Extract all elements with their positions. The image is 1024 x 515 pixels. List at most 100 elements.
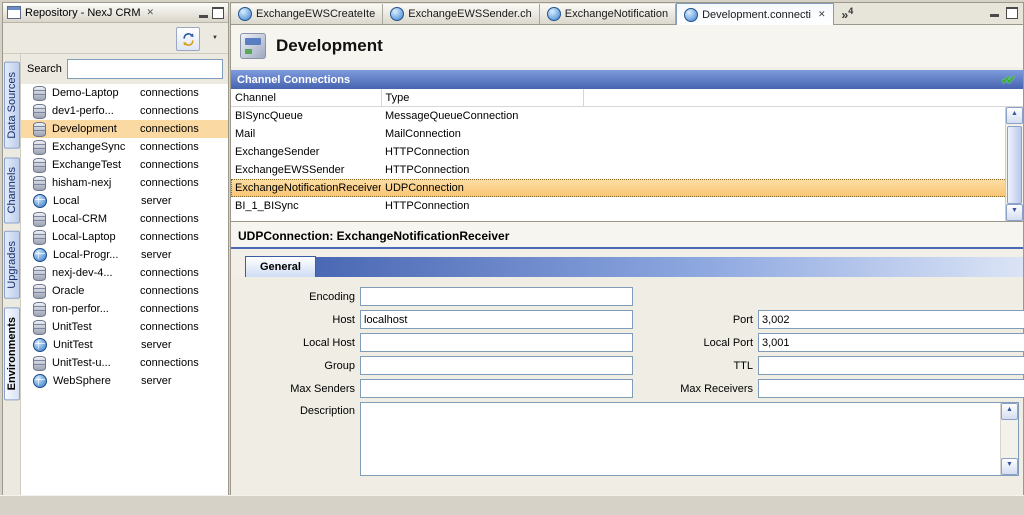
- scroll-down-icon[interactable]: ▼: [1001, 458, 1018, 475]
- general-form: EncodingHostPortLocal HostLocal PortGrou…: [231, 277, 1023, 495]
- type-cell: MessageQueueConnection: [381, 107, 583, 126]
- channel-row-exchangenotificationreceiver[interactable]: ExchangeNotificationReceiverUDPConnectio…: [231, 179, 1023, 197]
- vertical-tab-upgrades[interactable]: Upgrades: [4, 231, 20, 299]
- port-input[interactable]: [758, 310, 1024, 329]
- ttl-input[interactable]: [758, 356, 1024, 375]
- sync-button[interactable]: [176, 27, 200, 51]
- editor-tab-exchangenotification[interactable]: ExchangeNotification: [540, 4, 676, 24]
- repo-item-exchangesync[interactable]: ExchangeSyncconnections: [21, 138, 228, 156]
- search-label: Search: [27, 63, 62, 75]
- blank-cell: [583, 197, 1023, 215]
- group-input[interactable]: [360, 356, 633, 375]
- vertical-tab-channels[interactable]: Channels: [4, 157, 20, 223]
- repository-list: Demo-Laptopconnectionsdev1-perfo...conne…: [21, 84, 228, 495]
- repository-view-title: Repository - NexJ CRM: [25, 7, 141, 19]
- table-scrollbar[interactable]: ▲ ▼: [1005, 107, 1023, 221]
- editor-tab-exchangeewssender-ch[interactable]: ExchangeEWSSender.ch: [383, 4, 540, 24]
- search-input[interactable]: [67, 59, 223, 79]
- vertical-tab-data-sources[interactable]: Data Sources: [4, 62, 20, 149]
- repo-item-websphere[interactable]: WebSphereserver: [21, 372, 228, 390]
- vertical-tab-environments[interactable]: Environments: [4, 307, 20, 400]
- tab-label: ExchangeNotification: [565, 8, 668, 20]
- nexj-studio-window: Repository - NexJ CRM ✕ ▼ Data Sources Ch…: [0, 0, 1024, 515]
- channel-row-exchangeewssender[interactable]: ExchangeEWSSenderHTTPConnection: [231, 161, 1023, 179]
- close-icon[interactable]: ✕: [147, 7, 155, 18]
- scrollbar-thumb[interactable]: [1007, 126, 1022, 204]
- description-scrollbar[interactable]: ▲ ▼: [1000, 403, 1018, 475]
- column-header-channel[interactable]: Channel: [231, 89, 381, 107]
- editor-area: ExchangeEWSCreateIte ExchangeEWSSender.ch…: [230, 2, 1024, 496]
- channel-row-mail[interactable]: MailMailConnection: [231, 125, 1023, 143]
- maximize-icon[interactable]: [1006, 7, 1018, 19]
- minimize-icon[interactable]: [199, 15, 208, 18]
- max-receivers-input[interactable]: [758, 379, 1024, 398]
- minimize-icon[interactable]: [990, 14, 999, 17]
- globe-icon: [33, 374, 47, 388]
- repo-item-local-laptop[interactable]: Local-Laptopconnections: [21, 228, 228, 246]
- encoding-input[interactable]: [360, 287, 633, 306]
- repo-item-hisham-nexj[interactable]: hisham-nexjconnections: [21, 174, 228, 192]
- close-icon[interactable]: ✕: [818, 9, 826, 20]
- database-icon: [33, 86, 46, 101]
- host-input[interactable]: [360, 310, 633, 329]
- repo-item-local-progr[interactable]: Local-Progr...server: [21, 246, 228, 264]
- repo-item-local[interactable]: Localserver: [21, 192, 228, 210]
- channel-file-icon: [390, 7, 404, 21]
- scrollbar-track[interactable]: [1006, 124, 1023, 204]
- repository-view-toolbar: ▼: [3, 23, 228, 54]
- type-cell: MailConnection: [381, 125, 583, 143]
- column-header-type[interactable]: Type: [381, 89, 583, 107]
- item-name: Demo-Laptop: [52, 87, 140, 99]
- encoding-label: Encoding: [237, 291, 360, 303]
- description-row: Description ▲ ▼: [237, 402, 1023, 476]
- more-tabs-chevron[interactable]: »4: [842, 6, 854, 22]
- repo-item-unittest-u[interactable]: UnitTest-u...connections: [21, 354, 228, 372]
- connections-table: ChannelType BISyncQueueMessageQueueConne…: [231, 89, 1023, 215]
- repo-item-exchangetest[interactable]: ExchangeTestconnections: [21, 156, 228, 174]
- blank-cell: [583, 161, 1023, 179]
- item-type: connections: [140, 285, 199, 297]
- channel-row-bi-1-bisync[interactable]: BI_1_BISyncHTTPConnection: [231, 197, 1023, 215]
- database-icon: [33, 122, 46, 137]
- repo-item-oracle[interactable]: Oracleconnections: [21, 282, 228, 300]
- max-senders-input[interactable]: [360, 379, 633, 398]
- local-port-input[interactable]: [758, 333, 1024, 352]
- scroll-up-icon[interactable]: ▲: [1006, 107, 1023, 124]
- item-type: server: [141, 195, 172, 207]
- repository-view: Repository - NexJ CRM ✕ ▼ Data Sources Ch…: [2, 2, 229, 496]
- tab-general[interactable]: General: [245, 256, 316, 277]
- port-label: Port: [633, 314, 758, 326]
- channel-row-exchangesender[interactable]: ExchangeSenderHTTPConnection: [231, 143, 1023, 161]
- channel-cell: Mail: [231, 125, 381, 143]
- repo-item-ron-perfor[interactable]: ron-perfor...connections: [21, 300, 228, 318]
- local-host-input[interactable]: [360, 333, 633, 352]
- environment-icon: [240, 33, 266, 59]
- repo-item-development[interactable]: Developmentconnections: [21, 120, 228, 138]
- repository-vertical-tabs: Data Sources Channels Upgrades Environments: [3, 54, 20, 495]
- max-receivers-label: Max Receivers: [633, 383, 758, 395]
- description-textarea[interactable]: ▲ ▼: [360, 402, 1019, 476]
- column-header-blank[interactable]: [583, 89, 1023, 107]
- sync-icon: [181, 32, 196, 47]
- channel-row-bisyncqueue[interactable]: BISyncQueueMessageQueueConnection: [231, 107, 1023, 126]
- repo-item-unittest[interactable]: UnitTestconnections: [21, 318, 228, 336]
- tab-label: ExchangeEWSCreateIte: [256, 8, 375, 20]
- repo-item-unittest[interactable]: UnitTestserver: [21, 336, 228, 354]
- scroll-down-icon[interactable]: ▼: [1006, 204, 1023, 221]
- editor-tab-development-connecti[interactable]: Development.connecti✕: [676, 3, 833, 25]
- item-name: Local-CRM: [52, 213, 140, 225]
- database-icon: [33, 104, 46, 119]
- detail-title: UDPConnection: ExchangeNotificationRecei…: [231, 222, 1023, 247]
- channel-cell: ExchangeSender: [231, 143, 381, 161]
- repo-item-demo-laptop[interactable]: Demo-Laptopconnections: [21, 84, 228, 102]
- repo-item-local-crm[interactable]: Local-CRMconnections: [21, 210, 228, 228]
- maximize-icon[interactable]: [212, 7, 224, 19]
- repo-item-dev1-perfo[interactable]: dev1-perfo...connections: [21, 102, 228, 120]
- repo-item-nexj-dev-4[interactable]: nexj-dev-4...connections: [21, 264, 228, 282]
- table-body: BISyncQueueMessageQueueConnectionMailMai…: [231, 107, 1023, 216]
- editor-tab-exchangeewscreateite[interactable]: ExchangeEWSCreateIte: [231, 4, 383, 24]
- scroll-up-icon[interactable]: ▲: [1001, 403, 1018, 420]
- channel-connections-header: Channel Connections ✔✔: [231, 70, 1023, 89]
- editor-tabbar: ExchangeEWSCreateIte ExchangeEWSSender.ch…: [231, 3, 1023, 25]
- view-menu-icon[interactable]: ▼: [212, 35, 218, 41]
